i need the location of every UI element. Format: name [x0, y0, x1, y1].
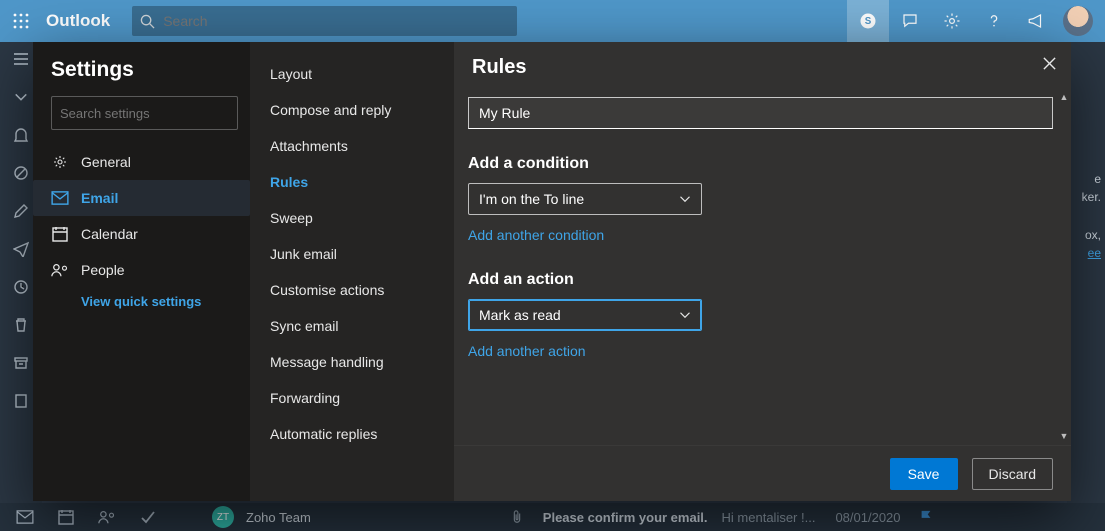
discard-button[interactable]: Discard	[972, 458, 1053, 490]
settings-button[interactable]	[931, 0, 973, 42]
question-icon	[986, 13, 1002, 29]
sub-automatic-replies[interactable]: Automatic replies	[250, 416, 454, 452]
nav-label: People	[81, 262, 125, 278]
app-launcher-button[interactable]	[0, 0, 42, 42]
skype-icon: S	[859, 12, 877, 30]
close-button[interactable]	[1042, 56, 1057, 71]
rail-notification-button[interactable]	[12, 126, 30, 144]
settings-search-input[interactable]	[60, 106, 236, 121]
rules-footer: Save Discard	[454, 445, 1071, 501]
add-action-link[interactable]: Add another action	[468, 343, 586, 359]
rail-notes-button[interactable]	[12, 392, 30, 410]
underlying-reading-pane: e ker. ox, ee	[1067, 42, 1105, 503]
sub-junk[interactable]: Junk email	[250, 236, 454, 272]
rail-history-button[interactable]	[12, 278, 30, 296]
rail-archive-button[interactable]	[12, 354, 30, 372]
search-icon	[140, 14, 155, 29]
rail-send-button[interactable]	[12, 240, 30, 258]
condition-section-label: Add a condition	[468, 155, 1053, 173]
condition-value: I'm on the To line	[479, 191, 584, 207]
email-settings-subnav: Layout Compose and reply Attachments Rul…	[250, 42, 454, 501]
rail-blocked-button[interactable]	[12, 164, 30, 182]
calendar-icon	[51, 226, 69, 242]
action-dropdown[interactable]: Mark as read	[468, 299, 702, 331]
nav-email[interactable]: Email	[33, 180, 250, 216]
message-row[interactable]: ZT Zoho Team Please confirm your email. …	[212, 503, 1101, 531]
help-button[interactable]	[973, 0, 1015, 42]
rail-chevron-down-button[interactable]	[12, 88, 30, 106]
nav-calendar[interactable]: Calendar	[51, 216, 238, 252]
svg-text:S: S	[865, 16, 872, 27]
action-value: Mark as read	[479, 307, 561, 323]
chevron-down-icon	[679, 309, 691, 321]
sub-attachments[interactable]: Attachments	[250, 128, 454, 164]
sub-rules[interactable]: Rules	[250, 164, 454, 200]
announce-button[interactable]	[1015, 0, 1057, 42]
top-bar: Outlook S	[0, 0, 1105, 42]
rules-panel: Rules Add a condition I'm on the To line…	[454, 42, 1071, 501]
chat-icon	[901, 12, 919, 30]
skype-button[interactable]: S	[847, 0, 889, 42]
message-snippet: Hi mentaliser !...	[722, 510, 816, 525]
module-mail-button[interactable]	[16, 510, 34, 524]
rule-name-input[interactable]	[468, 97, 1053, 129]
global-search[interactable]	[132, 6, 517, 36]
scrollbar[interactable]: ▲ ▼	[1059, 92, 1069, 441]
sub-sweep[interactable]: Sweep	[250, 200, 454, 236]
module-tasks-button[interactable]	[140, 509, 156, 525]
megaphone-icon	[1027, 12, 1045, 30]
nav-label: General	[81, 154, 131, 170]
sub-customise-actions[interactable]: Customise actions	[250, 272, 454, 308]
sub-sync-email[interactable]: Sync email	[250, 308, 454, 344]
rail-edit-button[interactable]	[12, 202, 30, 220]
settings-search[interactable]	[51, 96, 238, 130]
avatar[interactable]	[1063, 6, 1093, 36]
settings-dialog: Settings General Email Calendar People	[33, 42, 1071, 501]
message-subject: Please confirm your email.	[543, 510, 708, 525]
chevron-down-icon	[679, 193, 691, 205]
sub-message-handling[interactable]: Message handling	[250, 344, 454, 380]
add-condition-link[interactable]: Add another condition	[468, 227, 604, 243]
close-icon	[1042, 56, 1057, 71]
gear-icon	[51, 154, 69, 170]
nav-people[interactable]: People	[51, 252, 238, 288]
global-search-input[interactable]	[163, 13, 509, 29]
mail-icon	[51, 191, 69, 205]
condition-dropdown[interactable]: I'm on the To line	[468, 183, 702, 215]
sender-name: Zoho Team	[246, 510, 311, 525]
view-quick-settings-link[interactable]: View quick settings	[81, 294, 238, 309]
brand-title: Outlook	[42, 11, 122, 31]
nav-label: Calendar	[81, 226, 138, 242]
module-calendar-button[interactable]	[58, 509, 74, 525]
rail-menu-button[interactable]	[12, 50, 30, 68]
attachment-icon	[511, 510, 523, 524]
rules-title: Rules	[472, 56, 526, 79]
waffle-icon	[13, 13, 29, 29]
scroll-up-icon: ▲	[1059, 92, 1069, 102]
save-button[interactable]: Save	[890, 458, 958, 490]
settings-title: Settings	[51, 58, 238, 82]
people-icon	[51, 262, 69, 278]
action-section-label: Add an action	[468, 271, 1053, 289]
gear-icon	[943, 12, 961, 30]
sender-avatar: ZT	[212, 506, 234, 528]
teams-button[interactable]	[889, 0, 931, 42]
bottom-bar: ZT Zoho Team Please confirm your email. …	[0, 503, 1105, 531]
message-date: 08/01/2020	[835, 510, 900, 525]
sub-layout[interactable]: Layout	[250, 56, 454, 92]
scroll-down-icon: ▼	[1059, 431, 1069, 441]
settings-nav: Settings General Email Calendar People	[33, 42, 250, 501]
nav-label: Email	[81, 190, 118, 206]
sub-compose-reply[interactable]: Compose and reply	[250, 92, 454, 128]
rail-delete-button[interactable]	[12, 316, 30, 334]
nav-general[interactable]: General	[51, 144, 238, 180]
module-people-button[interactable]	[98, 509, 116, 525]
flag-icon[interactable]	[919, 510, 933, 524]
sub-forwarding[interactable]: Forwarding	[250, 380, 454, 416]
